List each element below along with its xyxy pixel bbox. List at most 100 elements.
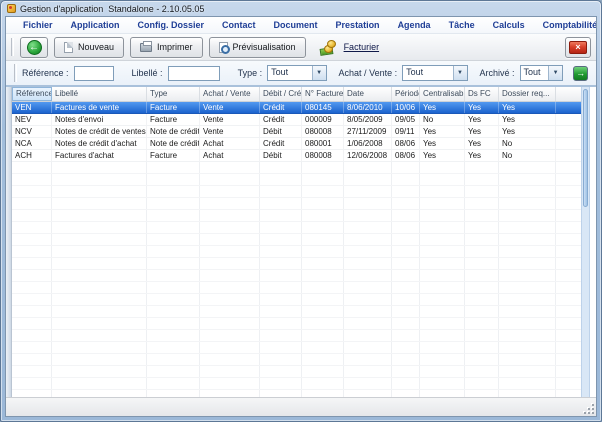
- table-cell: [392, 390, 420, 397]
- table-row[interactable]: VENFactures de venteFactureVenteCrédit08…: [12, 102, 581, 114]
- libelle-input[interactable]: [168, 66, 220, 81]
- chevron-down-icon[interactable]: ▼: [548, 66, 562, 80]
- table-cell: [420, 378, 465, 389]
- table-cell: [52, 270, 147, 281]
- title-bar[interactable]: Gestion d'application Standalone - 2.10.…: [1, 1, 601, 16]
- table-cell: [260, 282, 302, 293]
- table-cell: [392, 222, 420, 233]
- table-cell: [465, 246, 499, 257]
- table-cell: [200, 282, 260, 293]
- table-cell: [52, 354, 147, 365]
- table-cell: 080008: [302, 126, 344, 137]
- filterbar-grip[interactable]: [14, 64, 17, 82]
- column-header-type[interactable]: Type: [147, 87, 200, 101]
- menu-item-tache[interactable]: Tâche: [440, 20, 484, 30]
- table-cell: [465, 210, 499, 221]
- table-cell: Achat: [200, 138, 260, 149]
- table-cell: [499, 342, 556, 353]
- preview-button[interactable]: Prévisualisation: [209, 37, 306, 58]
- menu-item-fichier[interactable]: Fichier: [14, 20, 62, 30]
- close-button[interactable]: ×: [565, 37, 591, 58]
- column-header-centralisable[interactable]: Centralisable: [420, 87, 465, 101]
- column-header-dossier-req[interactable]: Dossier req...: [499, 87, 556, 101]
- table-cell: [302, 210, 344, 221]
- facturier-link[interactable]: Facturier: [344, 42, 380, 52]
- reference-input[interactable]: [74, 66, 114, 81]
- new-button[interactable]: Nouveau: [54, 37, 124, 58]
- table-row[interactable]: ACHFactures d'achatFactureAchatDébit0800…: [12, 150, 581, 162]
- table-cell: [260, 162, 302, 173]
- type-label: Type :: [238, 68, 263, 78]
- table-cell: [52, 210, 147, 221]
- column-header-n-facture[interactable]: N° Facture: [302, 87, 344, 101]
- table-cell: [147, 378, 200, 389]
- resize-grip[interactable]: [582, 402, 594, 414]
- type-select[interactable]: Tout ▼: [267, 65, 326, 81]
- menu-item-application[interactable]: Application: [62, 20, 129, 30]
- column-header-debit-credit[interactable]: Débit / Crédit: [260, 87, 302, 101]
- achat-vente-select[interactable]: Tout ▼: [402, 65, 467, 81]
- table-cell: [12, 366, 52, 377]
- table-cell: [260, 330, 302, 341]
- column-header-libelle[interactable]: Libellé: [52, 87, 147, 101]
- table-cell: [344, 294, 392, 305]
- window-body: FichierApplicationConfig. DossierContact…: [5, 16, 597, 417]
- table-cell: [344, 258, 392, 269]
- table-cell: [420, 186, 465, 197]
- table-cell: [52, 366, 147, 377]
- preview-button-label: Prévisualisation: [233, 42, 296, 52]
- menu-item-document[interactable]: Document: [265, 20, 327, 30]
- print-button[interactable]: Imprimer: [130, 37, 203, 58]
- column-header-periode[interactable]: Période: [392, 87, 420, 101]
- back-button[interactable]: ←: [20, 37, 48, 58]
- table-cell: [12, 270, 52, 281]
- toolbar-grip[interactable]: [11, 38, 14, 56]
- table-row[interactable]: NEVNotes d'envoiFactureVenteCrédit000009…: [12, 114, 581, 126]
- table-cell: Notes de crédit de ventes: [52, 126, 147, 137]
- column-header-achat-vente[interactable]: Achat / Vente: [200, 87, 260, 101]
- table-cell: Achat: [200, 150, 260, 161]
- column-header-ds-fc[interactable]: Ds FC: [465, 87, 499, 101]
- table-cell: [499, 354, 556, 365]
- scrollbar-thumb[interactable]: [583, 89, 588, 207]
- table-cell: [302, 390, 344, 397]
- column-header-date[interactable]: Date: [344, 87, 392, 101]
- table-cell: [392, 234, 420, 245]
- menu-item-calculs[interactable]: Calculs: [484, 20, 534, 30]
- table-cell: [344, 210, 392, 221]
- table-cell: [200, 246, 260, 257]
- table-cell: [420, 330, 465, 341]
- table-cell: [420, 342, 465, 353]
- table-row[interactable]: NCANotes de crédit d'achatNote de crédit…: [12, 138, 581, 150]
- menu-item-prestation[interactable]: Prestation: [327, 20, 389, 30]
- column-header-reference[interactable]: Référence: [12, 87, 52, 101]
- table-cell: Crédit: [260, 138, 302, 149]
- table-cell: Vente: [200, 102, 260, 113]
- table-cell: [344, 162, 392, 173]
- chevron-down-icon[interactable]: ▼: [453, 66, 467, 80]
- chevron-down-icon[interactable]: ▼: [312, 66, 326, 80]
- search-go-button[interactable]: →: [573, 66, 588, 81]
- table-cell: [200, 258, 260, 269]
- menu-item-contact[interactable]: Contact: [213, 20, 265, 30]
- table-row[interactable]: NCVNotes de crédit de ventesNote de créd…: [12, 126, 581, 138]
- table-cell: [465, 282, 499, 293]
- table-cell: [200, 378, 260, 389]
- table-cell: Note de crédit: [147, 138, 200, 149]
- table-cell: [200, 318, 260, 329]
- table-cell: [302, 330, 344, 341]
- table-cell: [147, 282, 200, 293]
- table-cell: Yes: [420, 102, 465, 113]
- table-cell: [147, 354, 200, 365]
- menu-item-comptabilite[interactable]: Comptabilité: [534, 20, 597, 30]
- table-cell: Yes: [499, 102, 556, 113]
- empty-row: [12, 366, 581, 378]
- table-cell: [302, 294, 344, 305]
- table-cell: [420, 390, 465, 397]
- vertical-scrollbar[interactable]: [581, 87, 590, 397]
- table-cell: [392, 270, 420, 281]
- menu-item-agenda[interactable]: Agenda: [389, 20, 440, 30]
- archive-select[interactable]: Tout ▼: [520, 65, 564, 81]
- menu-item-config-dossier[interactable]: Config. Dossier: [129, 20, 214, 30]
- table-cell: Yes: [465, 114, 499, 125]
